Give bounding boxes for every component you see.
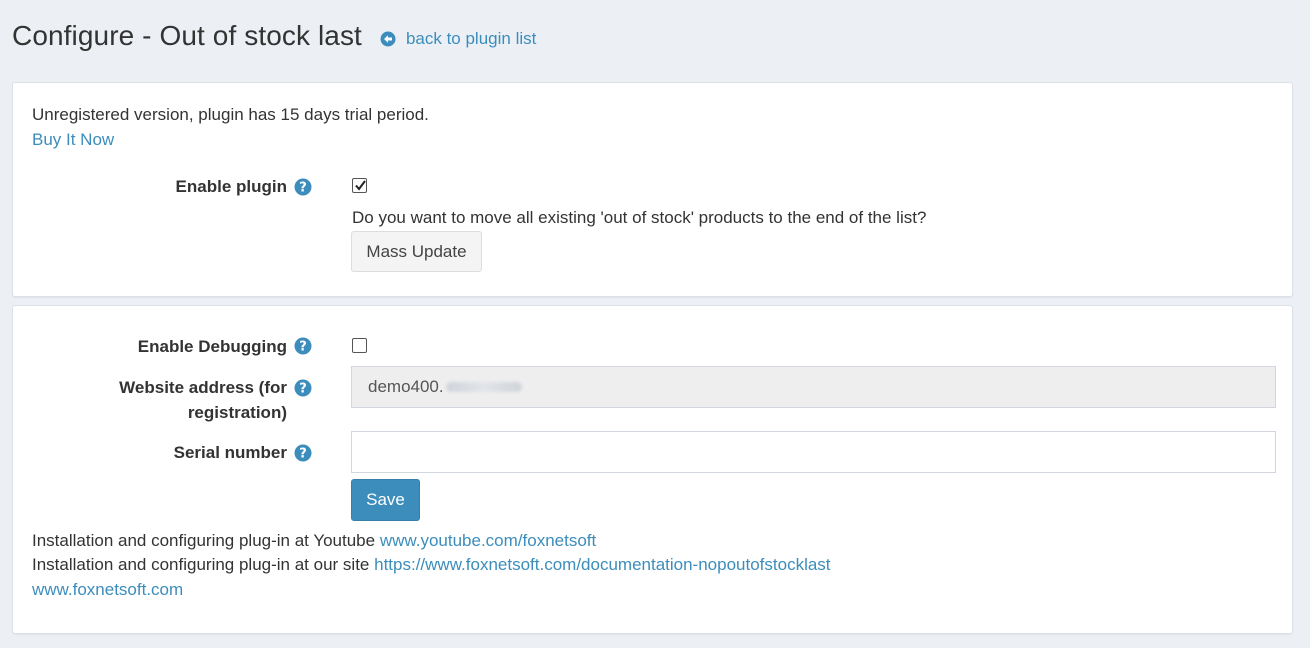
svg-text:?: ?	[299, 340, 307, 355]
question-circle-icon[interactable]: ?	[294, 379, 312, 397]
back-link-label: back to plugin list	[405, 29, 537, 48]
buy-it-now-link[interactable]: Buy It Now	[32, 130, 114, 150]
youtube-link[interactable]: www.youtube.com/foxnetsoft	[380, 531, 596, 550]
plugin-settings-panel: Unregistered version, plugin has 15 days…	[12, 82, 1293, 297]
website-address-label-line1: Website address (for	[119, 378, 287, 397]
svg-text:?: ?	[299, 181, 307, 196]
question-circle-icon[interactable]: ?	[294, 337, 312, 355]
svg-text:?: ?	[299, 447, 307, 462]
enable-plugin-checkbox[interactable]	[352, 178, 367, 193]
serial-number-label: Serial number	[173, 443, 287, 462]
redacted-text	[445, 382, 522, 392]
question-circle-icon[interactable]: ?	[294, 178, 312, 196]
page-header: Configure - Out of stock last back to pl…	[12, 16, 536, 56]
arrow-circle-left-icon	[380, 31, 396, 47]
mass-update-question: Do you want to move all existing 'out of…	[352, 208, 927, 227]
enable-debugging-checkbox[interactable]	[352, 338, 367, 353]
youtube-info-text: Installation and configuring plug-in at …	[32, 531, 376, 550]
registration-panel: Enable Debugging ? Website address (for …	[12, 305, 1293, 634]
enable-debugging-label: Enable Debugging	[137, 337, 287, 356]
documentation-link[interactable]: https://www.foxnetsoft.com/documentation…	[374, 555, 830, 574]
website-address-input[interactable]: demo400.	[351, 366, 1276, 408]
website-address-label: Website address (for registration)	[27, 375, 287, 425]
back-to-plugin-list-link[interactable]: back to plugin list	[380, 29, 536, 49]
checkmark-icon	[355, 180, 366, 191]
save-button[interactable]: Save	[351, 479, 420, 521]
license-message: Unregistered version, plugin has 15 days…	[32, 105, 429, 124]
page-title: Configure - Out of stock last	[12, 20, 362, 51]
youtube-info-line: Installation and configuring plug-in at …	[32, 531, 596, 551]
svg-text:?: ?	[299, 382, 307, 397]
website-address-value: demo400.	[368, 377, 444, 396]
website-address-label-line2: registration)	[187, 403, 287, 422]
question-circle-icon[interactable]: ?	[294, 444, 312, 462]
serial-number-input[interactable]	[351, 431, 1276, 473]
foxnetsoft-home-link[interactable]: www.foxnetsoft.com	[32, 580, 183, 600]
site-info-text: Installation and configuring plug-in at …	[32, 555, 370, 574]
site-info-line: Installation and configuring plug-in at …	[32, 555, 831, 575]
mass-update-button[interactable]: Mass Update	[351, 231, 482, 272]
enable-plugin-label: Enable plugin	[175, 177, 287, 196]
